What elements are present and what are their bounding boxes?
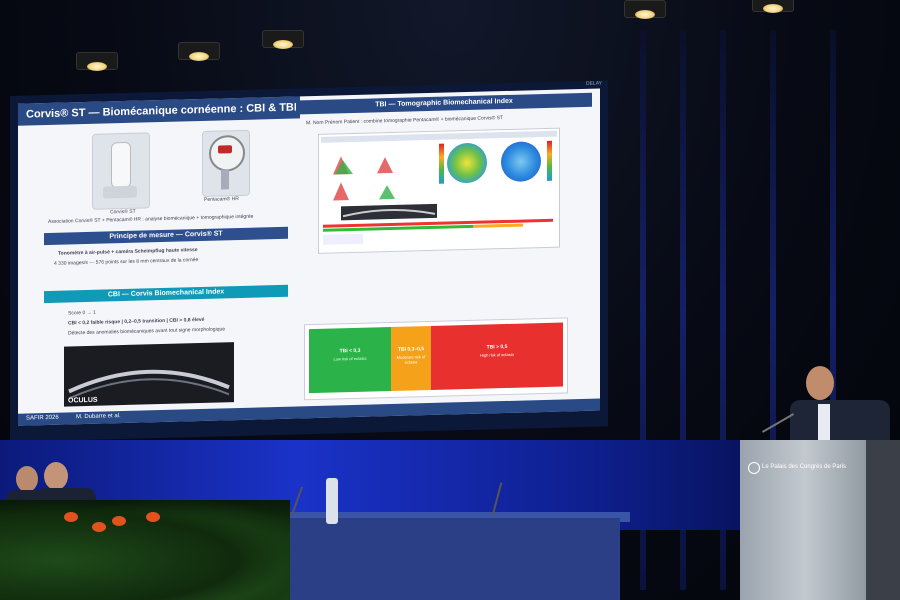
panelist-head — [44, 462, 68, 490]
flower — [112, 516, 126, 526]
cbi-heading: CBI — Corvis Biomechanical Index — [44, 284, 288, 304]
flower — [146, 512, 160, 522]
intro-text: Association Corvis® ST + Pentacam® HR : … — [48, 213, 254, 226]
podium-side — [866, 440, 900, 600]
slide: Corvis® ST — Biomécanique cornéenne : CB… — [18, 88, 600, 426]
principle-heading: Principe de mesure — Corvis® ST — [44, 226, 288, 246]
spotlight — [178, 42, 220, 61]
spotlight — [752, 0, 794, 13]
plant-arrangement — [0, 500, 290, 600]
device1-caption: Corvis® ST — [110, 208, 136, 216]
flower — [64, 512, 78, 522]
zone-moderate: TBI 0,3–0,5 Moderate risk of ectasia — [391, 325, 431, 392]
podium-sign: Le Palais des Congrès de Paris — [762, 464, 847, 470]
cbi-item: Détecte des anomalies biomécaniques avan… — [68, 326, 226, 337]
speaker-head — [806, 366, 834, 400]
spotlight — [624, 0, 666, 19]
panelist-head — [16, 466, 38, 492]
pentacam-device-image — [202, 129, 250, 197]
slide-title: Corvis® ST — Biomécanique cornéenne : CB… — [18, 96, 300, 126]
zone-low: TBI < 0,3 Low risk of ectasia — [309, 327, 391, 394]
podium: Le Palais des Congrès de Paris — [740, 440, 870, 600]
spotlight — [262, 30, 304, 49]
oculus-brand: OCULUS — [68, 396, 98, 405]
projection-screen: DELAY Corvis® ST — Biomécanique cornéenn… — [10, 80, 608, 442]
corner-tag: DELAY — [585, 80, 602, 87]
tbi-scale: TBI < 0,3 Low risk of ectasia TBI 0,3–0,… — [304, 317, 568, 401]
pentacam-report-image — [318, 127, 560, 254]
zone-high: TBI > 0,5 High risk of ectasia — [431, 322, 563, 390]
corvis-device-image — [92, 132, 150, 210]
water-bottle — [326, 478, 338, 524]
flower — [92, 522, 106, 532]
speaker-shirt — [818, 404, 830, 444]
device2-caption: Pentacam® HR — [204, 196, 239, 203]
tbi-bullet: M. Nom Prénom Patient : combine tomograp… — [306, 115, 504, 127]
spotlight — [76, 52, 118, 71]
tbi-title: TBI — Tomographic Biomechanical Index — [296, 92, 592, 115]
panel-table — [280, 518, 620, 600]
scheimpflug-image: OCULUS — [64, 342, 234, 407]
